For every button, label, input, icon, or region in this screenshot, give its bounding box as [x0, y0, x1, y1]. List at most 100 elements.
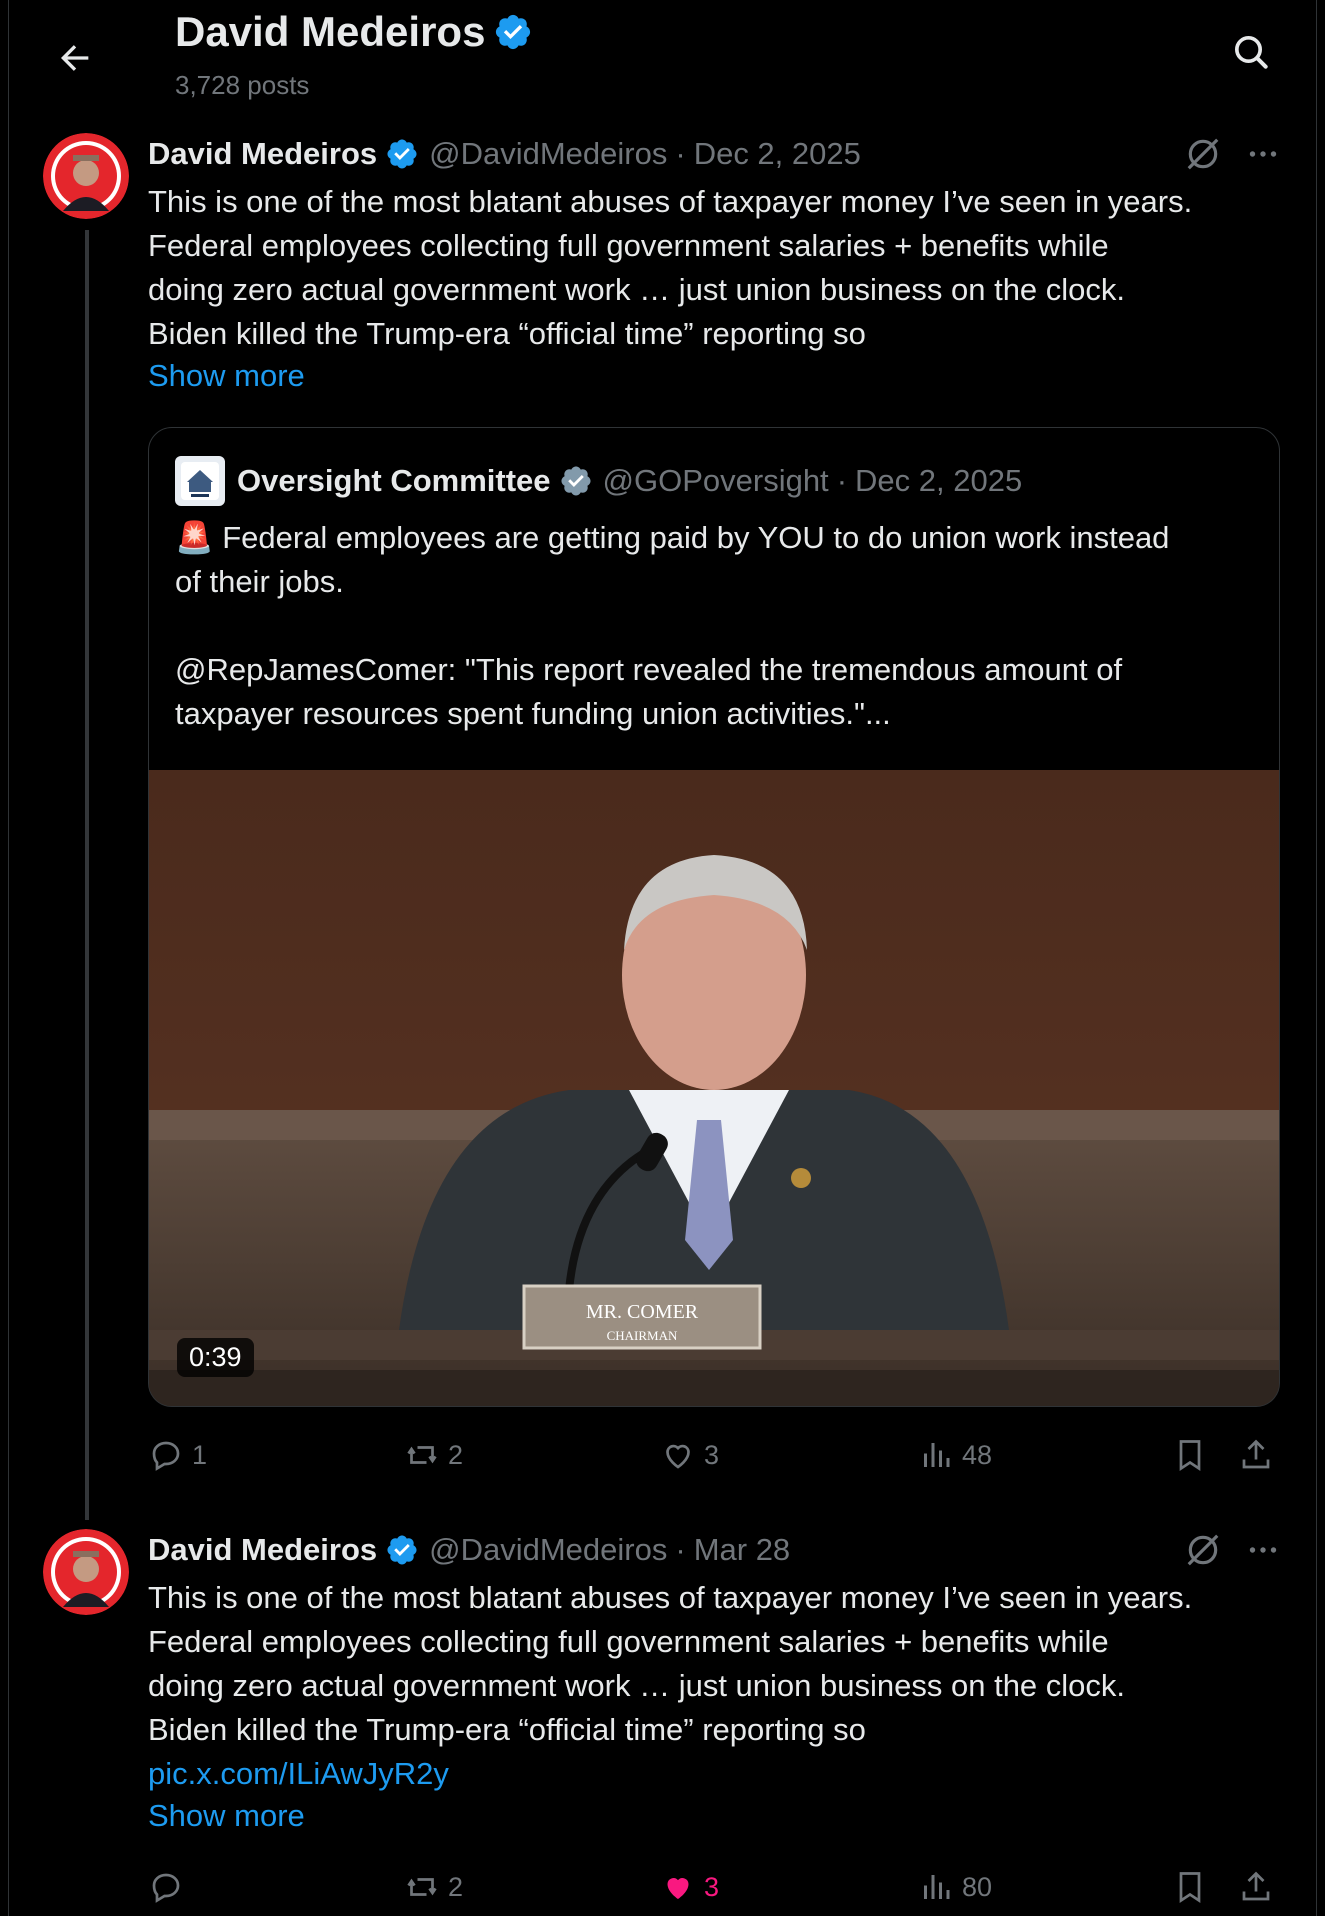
posts-count: 3,728 posts [175, 70, 310, 100]
post-text-line: doing zero actual government work … just… [148, 272, 1126, 307]
like-button[interactable]: 3 [660, 1862, 719, 1912]
separator: · [675, 1532, 686, 1567]
back-button[interactable] [47, 30, 103, 86]
media-link[interactable]: pic.x.com/ILiAwJyR2y [148, 1752, 1288, 1796]
author-handle[interactable]: @DavidMedeiros [429, 136, 667, 172]
author-name[interactable]: David Medeiros [148, 136, 377, 172]
verified-badge-icon [387, 1535, 417, 1565]
author-name[interactable]: David Medeiros [148, 1532, 377, 1568]
post-text-line: This is one of the most blatant abuses o… [148, 184, 1193, 219]
views-count: 80 [962, 1871, 993, 1902]
show-more-link[interactable]: Show more [148, 358, 305, 394]
timeline-page: David Medeiros 3,728 posts David Medeiro… [0, 0, 1325, 1916]
verified-gray-badge-icon [560, 466, 591, 496]
like-count: 3 [704, 1439, 720, 1470]
nameplate-name: MR. COMER [586, 1301, 699, 1323]
author-handle[interactable]: @DavidMedeiros [429, 1532, 667, 1568]
bookmark-icon [1179, 1440, 1201, 1472]
quoted-post[interactable]: Oversight Committee @GOPoversight · Dec … [148, 427, 1280, 1407]
bookmark-icon [1179, 1872, 1201, 1904]
column-border-right [1316, 0, 1317, 1916]
repost-icon [407, 1878, 437, 1896]
grok-icon [1187, 138, 1219, 170]
post-text-line: Biden killed the Trump-era “official tim… [148, 316, 866, 351]
post-text-line: Federal employees collecting full govern… [148, 228, 1109, 263]
post-actions: 2 3 80 [148, 1862, 1288, 1912]
column-border-left [8, 0, 9, 1916]
avatar[interactable] [43, 133, 129, 219]
quoted-post-body: 🚨 Federal employees are getting paid by … [175, 516, 1255, 736]
share-button[interactable] [1238, 1430, 1282, 1480]
like-button[interactable]: 3 [660, 1430, 719, 1480]
views-chart-icon [924, 1875, 950, 1899]
repost-button[interactable]: 2 [404, 1862, 463, 1912]
post-text-line: doing zero actual government work … just… [148, 1668, 1126, 1703]
quoted-author-name[interactable]: Oversight Committee [237, 463, 551, 499]
quoted-post-header: Oversight Committee @GOPoversight · Dec … [175, 456, 1022, 506]
post-body: This is one of the most blatant abuses o… [148, 1576, 1288, 1796]
views-count: 48 [962, 1439, 993, 1470]
share-icon [1242, 1439, 1270, 1469]
reply-count: 1 [192, 1439, 208, 1470]
repost-button[interactable]: 2 [404, 1430, 463, 1480]
avatar[interactable] [43, 1529, 129, 1615]
post-text-line: Federal employees collecting full govern… [148, 1624, 1109, 1659]
post-text-line: This is one of the most blatant abuses o… [148, 1580, 1193, 1615]
avatar-image [43, 1529, 129, 1615]
verified-badge-icon [496, 14, 531, 50]
heart-icon [666, 1444, 690, 1469]
page-title: David Medeiros [175, 8, 533, 56]
grok-button[interactable] [1180, 1527, 1226, 1573]
reply-icon [152, 1441, 180, 1471]
verified-badge-icon [387, 139, 417, 169]
post-actions: 1 2 3 48 [148, 1430, 1288, 1480]
show-more-link[interactable]: Show more [148, 1798, 305, 1834]
more-horizontal-icon [1249, 1547, 1277, 1553]
grok-icon [1187, 1534, 1219, 1566]
post-header: David Medeiros @DavidMedeiros · Mar 28 [148, 1530, 790, 1570]
quoted-post-date: Dec 2, 2025 [855, 463, 1023, 498]
quoted-text-line: of their jobs. [175, 564, 344, 599]
views-button[interactable]: 80 [918, 1862, 992, 1912]
bookmark-button[interactable] [1172, 1430, 1216, 1480]
profile-name: David Medeiros [175, 8, 486, 55]
reply-button[interactable] [148, 1862, 192, 1912]
post-header: David Medeiros @DavidMedeiros · Dec 2, 2… [148, 134, 861, 174]
reply-icon [152, 1873, 180, 1903]
repost-count: 2 [448, 1871, 464, 1902]
more-button[interactable] [1240, 1527, 1286, 1573]
heart-filled-icon [667, 1878, 689, 1899]
avatar-image [43, 133, 129, 219]
share-button[interactable] [1238, 1862, 1282, 1912]
more-button[interactable] [1240, 131, 1286, 177]
thread-connector [85, 230, 89, 1520]
quoted-text-line: 🚨 Federal employees are getting paid by … [175, 520, 1170, 555]
arrow-left-icon [61, 45, 89, 71]
quoted-text-line: @RepJamesComer: "This report revealed th… [175, 652, 1123, 687]
quoted-text-line: taxpayer resources spent funding union a… [175, 696, 891, 731]
profile-header: David Medeiros 3,728 posts [9, 0, 1316, 108]
search-icon [1235, 36, 1268, 69]
post-body: This is one of the most blatant abuses o… [148, 180, 1288, 356]
post-date[interactable]: Mar 28 [694, 1532, 790, 1568]
reply-button[interactable]: 1 [148, 1430, 207, 1480]
like-count: 3 [704, 1871, 720, 1902]
video-player[interactable]: MR. COMER CHAIRMAN 0:39 [149, 770, 1279, 1406]
grok-button[interactable] [1180, 131, 1226, 177]
views-chart-icon [924, 1443, 950, 1467]
repost-count: 2 [448, 1439, 464, 1470]
post-text-line: Biden killed the Trump-era “official tim… [148, 1712, 866, 1747]
video-thumbnail: MR. COMER CHAIRMAN [149, 770, 1279, 1406]
separator: · [836, 463, 848, 498]
post-date[interactable]: Dec 2, 2025 [694, 136, 861, 172]
repost-icon [407, 1446, 437, 1464]
bookmark-button[interactable] [1172, 1862, 1216, 1912]
views-button[interactable]: 48 [918, 1430, 992, 1480]
more-horizontal-icon [1249, 151, 1277, 157]
nameplate-title: CHAIRMAN [607, 1328, 678, 1343]
video-duration-badge: 0:39 [177, 1338, 254, 1377]
quoted-author-handle[interactable]: @GOPoversight [603, 463, 829, 499]
separator: · [675, 136, 686, 171]
search-button[interactable] [1227, 28, 1275, 76]
